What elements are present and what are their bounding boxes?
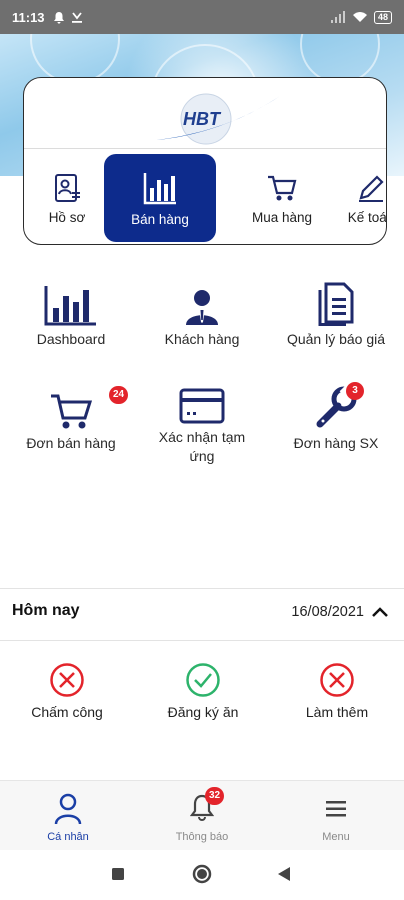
module-card: HBT Hồ sơ Bán hàng Mua hàng Kế toán [23, 77, 387, 245]
bar-chart-icon [44, 286, 96, 326]
attendance-dang-ky-an[interactable]: Đăng ký ăn [138, 662, 268, 720]
wifi-icon [352, 12, 367, 22]
bar-chart-icon [143, 172, 176, 204]
tab-mua-hang-label: Mua hàng [251, 209, 313, 225]
feature-quan-ly-bao-gia-label: Quản lý báo giá [286, 331, 386, 347]
card-icon [179, 388, 225, 424]
quotation-doc-icon [318, 282, 354, 326]
download-icon [71, 11, 82, 23]
notification-bell-icon [53, 11, 64, 24]
system-nav-bar [0, 850, 404, 900]
feature-don-hang-sx-label: Đơn hàng SX [293, 435, 379, 451]
pencil-icon [359, 174, 384, 202]
nav-ca-nhan[interactable]: Cá nhân [8, 793, 128, 843]
order-count-badge: 24 [109, 386, 129, 404]
nav-ca-nhan-label: Cá nhân [47, 831, 89, 843]
feature-khach-hang-label: Khách hàng [164, 331, 240, 347]
battery-level: 48 [373, 10, 392, 24]
logo-text: HBT [183, 109, 222, 129]
home-icon[interactable] [192, 864, 212, 884]
feature-dashboard[interactable]: Dashboard [16, 280, 126, 349]
tab-ban-hang-label: Bán hàng [131, 211, 189, 227]
attendance-lam-them-label: Làm thêm [305, 704, 369, 720]
today-title: Hôm nay [12, 602, 80, 619]
attendance-lam-them[interactable]: Làm thêm [272, 662, 402, 720]
profile-doc-icon [55, 173, 80, 202]
signal-icon [330, 11, 345, 23]
attendance-cham-cong[interactable]: Chấm công [2, 662, 132, 720]
status-bar: 11:13 48 [0, 0, 404, 34]
customer-icon [186, 290, 218, 325]
tab-ban-hang[interactable]: Bán hàng [104, 154, 216, 242]
feature-quan-ly-bao-gia[interactable]: Quản lý báo giá [276, 280, 396, 349]
feature-xac-nhan-tam-ung[interactable]: Xác nhận tạm ứng [146, 378, 258, 466]
x-circle-icon [50, 663, 84, 697]
tab-ho-so[interactable]: Hồ sơ [30, 154, 104, 242]
person-icon [54, 793, 82, 825]
feature-don-ban-hang-label: Đơn bán hàng [26, 435, 116, 451]
section-divider [0, 640, 404, 641]
attendance-dang-ky-an-label: Đăng ký ăn [167, 704, 239, 720]
attendance-cham-cong-label: Chấm công [31, 704, 103, 720]
status-time: 11:13 [12, 9, 45, 25]
tab-ke-toan-label: Kế toán [347, 209, 387, 225]
check-circle-icon [186, 663, 220, 697]
notification-count-badge: 32 [205, 787, 225, 805]
shopping-cart-icon [51, 394, 93, 429]
nav-thong-bao[interactable]: 32 Thông báo [142, 787, 262, 843]
recent-apps-icon[interactable] [111, 867, 125, 881]
feature-dashboard-label: Dashboard [36, 331, 106, 347]
feature-xac-nhan-tam-ung-label: Xác nhận tạm ứng [158, 429, 246, 464]
tab-ho-so-label: Hồ sơ [48, 209, 86, 225]
production-count-badge: 3 [346, 382, 364, 400]
feature-khach-hang[interactable]: Khách hàng [146, 280, 258, 349]
feature-don-ban-hang[interactable]: 24 Đơn bán hàng [16, 384, 129, 453]
nav-menu-label: Menu [322, 831, 350, 843]
today-date: 16/08/2021 [291, 604, 364, 620]
bottom-nav: Cá nhân 32 Thông báo Menu [0, 780, 404, 850]
section-divider [0, 588, 404, 589]
shopping-cart-icon [268, 175, 297, 200]
chevron-up-icon[interactable] [370, 602, 390, 622]
hamburger-menu-icon [326, 801, 346, 817]
nav-menu[interactable]: Menu [276, 793, 396, 843]
tab-mua-hang[interactable]: Mua hàng [230, 154, 334, 242]
back-icon[interactable] [276, 866, 292, 882]
x-circle-icon [320, 663, 354, 697]
tab-ke-toan[interactable]: Kế toán [336, 154, 387, 242]
hbt-logo: HBT [156, 93, 280, 145]
feature-don-hang-sx[interactable]: 3 Đơn hàng SX [280, 382, 392, 453]
nav-thong-bao-label: Thông báo [175, 831, 229, 843]
